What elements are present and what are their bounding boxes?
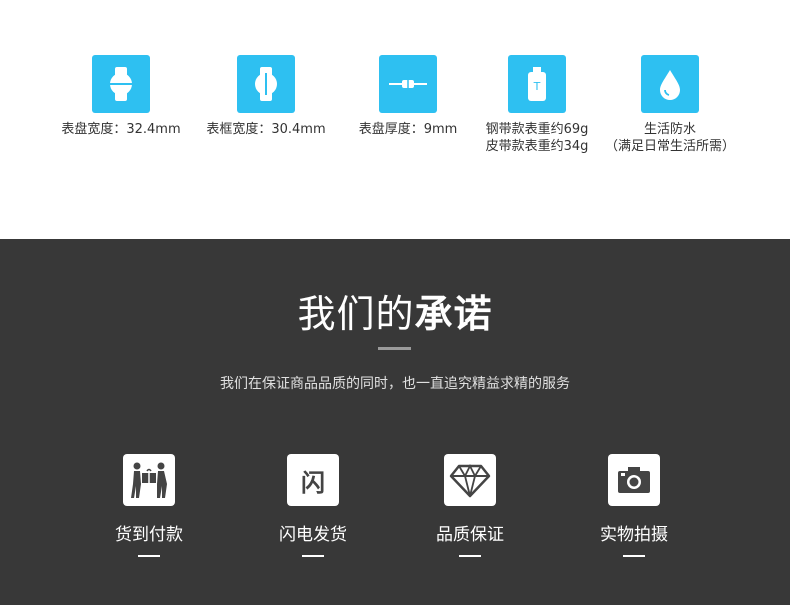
promise-label: 闪电发货 xyxy=(279,525,347,545)
svg-text:T: T xyxy=(533,80,541,93)
promise-underline xyxy=(138,555,160,557)
promise-title: 我们的承诺 xyxy=(0,283,790,338)
promise-item-flash-delivery: 闪 闪电发货 xyxy=(253,454,373,557)
watch-thickness-icon xyxy=(379,55,437,113)
promise-label: 品质保证 xyxy=(436,525,504,545)
promise-item-cod: 货到付款 xyxy=(89,454,209,557)
promise-label: 实物拍摄 xyxy=(600,525,668,545)
flash-glyph: 闪 xyxy=(301,468,325,497)
flash-icon: 闪 xyxy=(287,454,339,506)
spec-line: （满足日常生活所需） xyxy=(604,139,735,154)
watch-frame-width-icon xyxy=(237,55,295,113)
weight-icon: T xyxy=(508,55,566,113)
spec-waterproof: 生活防水 （满足日常生活所需） xyxy=(580,55,760,155)
promise-subtitle: 我们在保证商品品质的同时，也一直追究精益求精的服务 xyxy=(220,376,570,392)
handshake-delivery-icon xyxy=(123,454,175,506)
spec-line: 生活防水 xyxy=(643,122,696,137)
promise-label: 货到付款 xyxy=(115,525,183,545)
promise-item-quality: 品质保证 xyxy=(410,454,530,557)
promise-underline xyxy=(302,555,324,557)
promise-title-bold: 承诺 xyxy=(414,292,493,336)
diamond-icon xyxy=(444,454,496,506)
promise-section: 我们的承诺 我们在保证商品品质的同时，也一直追究精益求精的服务 货到付款 闪 闪… xyxy=(0,239,790,605)
watch-face-width-icon xyxy=(92,55,150,113)
spec-text: 生活防水 （满足日常生活所需） xyxy=(580,121,760,155)
title-divider xyxy=(378,347,411,350)
spec-section: 表盘宽度：32.4mm 表框宽度：30.4mm 表盘厚度：9mm T 钢带款表重… xyxy=(0,0,790,239)
promise-title-light: 我们的 xyxy=(297,292,415,336)
water-drop-icon xyxy=(641,55,699,113)
promise-underline xyxy=(623,555,645,557)
camera-icon xyxy=(608,454,660,506)
promise-underline xyxy=(459,555,481,557)
promise-item-real-photo: 实物拍摄 xyxy=(574,454,694,557)
